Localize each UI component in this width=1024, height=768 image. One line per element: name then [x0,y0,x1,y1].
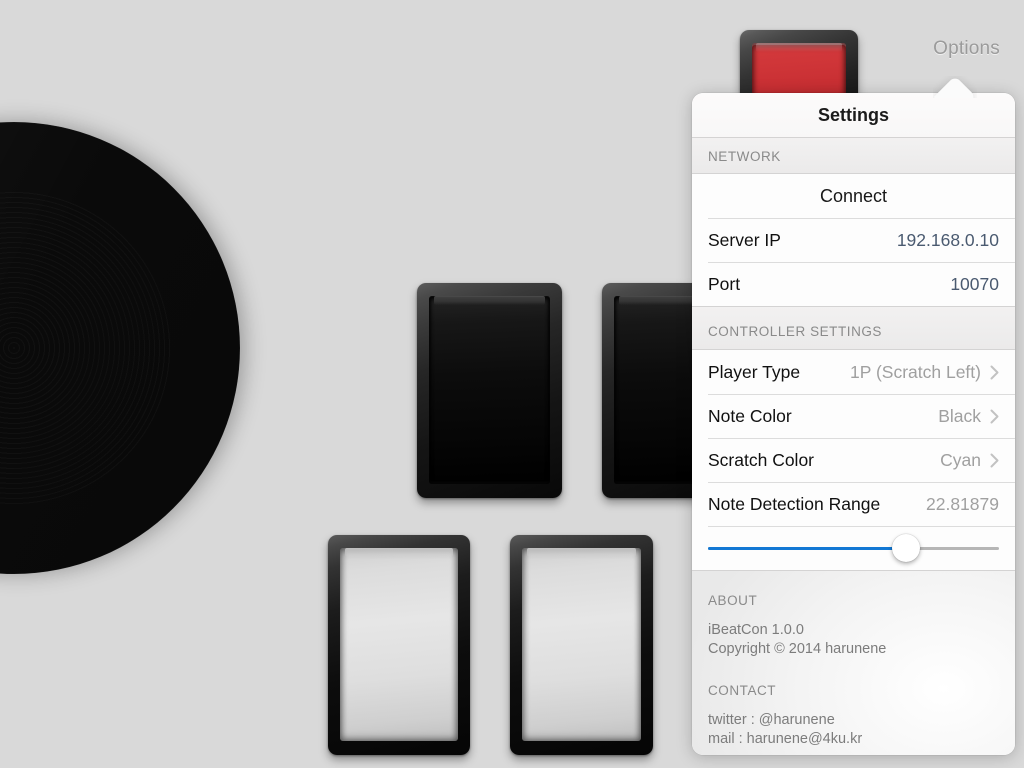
server-ip-value[interactable]: 192.168.0.10 [897,230,999,251]
row-note-color[interactable]: Note Color Black [692,394,1015,438]
popover-title: Settings [692,93,1015,137]
white-pad-2[interactable] [510,535,653,755]
slider-fill [708,546,906,550]
controller-rows: Player Type 1P (Scratch Left) Note Color… [692,350,1015,570]
options-button[interactable]: Options [933,38,1000,60]
note-color-label: Note Color [708,405,792,426]
slider-thumb[interactable] [891,534,920,562]
settings-popover: Settings NETWORK Connect Server IP 192.1… [692,93,1015,755]
row-note-detection-range: Note Detection Range 22.81879 [692,482,1015,526]
chevron-right-icon [990,453,999,468]
about-panel: ABOUT iBeatCon 1.0.0 Copyright © 2014 ha… [692,570,1015,755]
row-player-type[interactable]: Player Type 1P (Scratch Left) [692,350,1015,394]
port-value[interactable]: 10070 [950,274,999,295]
contact-header: CONTACT [708,683,777,698]
black-pad-1[interactable] [417,283,562,498]
black-pad-1-surface [429,296,550,484]
scratch-color-value: Cyan [940,449,981,470]
note-detection-range-label: Note Detection Range [708,493,881,514]
scratch-turntable[interactable] [0,122,240,574]
white-pad-1[interactable] [328,535,470,755]
chevron-right-icon [990,409,999,424]
server-ip-label: Server IP [708,229,781,250]
connect-button[interactable]: Connect [692,174,1015,218]
note-detection-range-slider[interactable] [708,534,999,562]
about-version: iBeatCon 1.0.0 [708,622,804,638]
row-port[interactable]: Port 10070 [692,262,1015,306]
app-root: Options Settings NETWORK Connect Server … [0,0,1024,768]
row-scratch-color[interactable]: Scratch Color Cyan [692,438,1015,482]
popover-arrow [933,76,977,98]
contact-mail[interactable]: mail : harunene@4ku.kr [708,730,999,749]
about-copyright: Copyright © 2014 harunene [708,641,887,657]
about-spacer [708,659,999,683]
network-rows: Connect Server IP 192.168.0.10 Port 1007… [692,174,1015,306]
vinyl-grooves [0,188,174,508]
white-pad-2-surface [522,548,641,741]
port-label: Port [708,273,741,294]
white-pad-1-surface [340,548,458,741]
scratch-color-label: Scratch Color [708,449,815,470]
row-server-ip[interactable]: Server IP 192.168.0.10 [692,218,1015,262]
section-header-network: NETWORK [692,137,1015,174]
player-type-value: 1P (Scratch Left) [850,361,981,382]
connect-label: Connect [819,185,888,206]
red-pad-surface [752,43,846,98]
about-header: ABOUT [708,593,758,608]
note-detection-range-value: 22.81879 [926,493,999,514]
contact-twitter[interactable]: twitter : @harunene [708,711,999,730]
note-color-value: Black [938,405,981,426]
player-type-label: Player Type [708,361,801,382]
row-note-detection-slider[interactable] [692,526,1015,570]
chevron-right-icon [990,365,999,380]
section-header-controller-settings: CONTROLLER SETTINGS [692,306,1015,350]
